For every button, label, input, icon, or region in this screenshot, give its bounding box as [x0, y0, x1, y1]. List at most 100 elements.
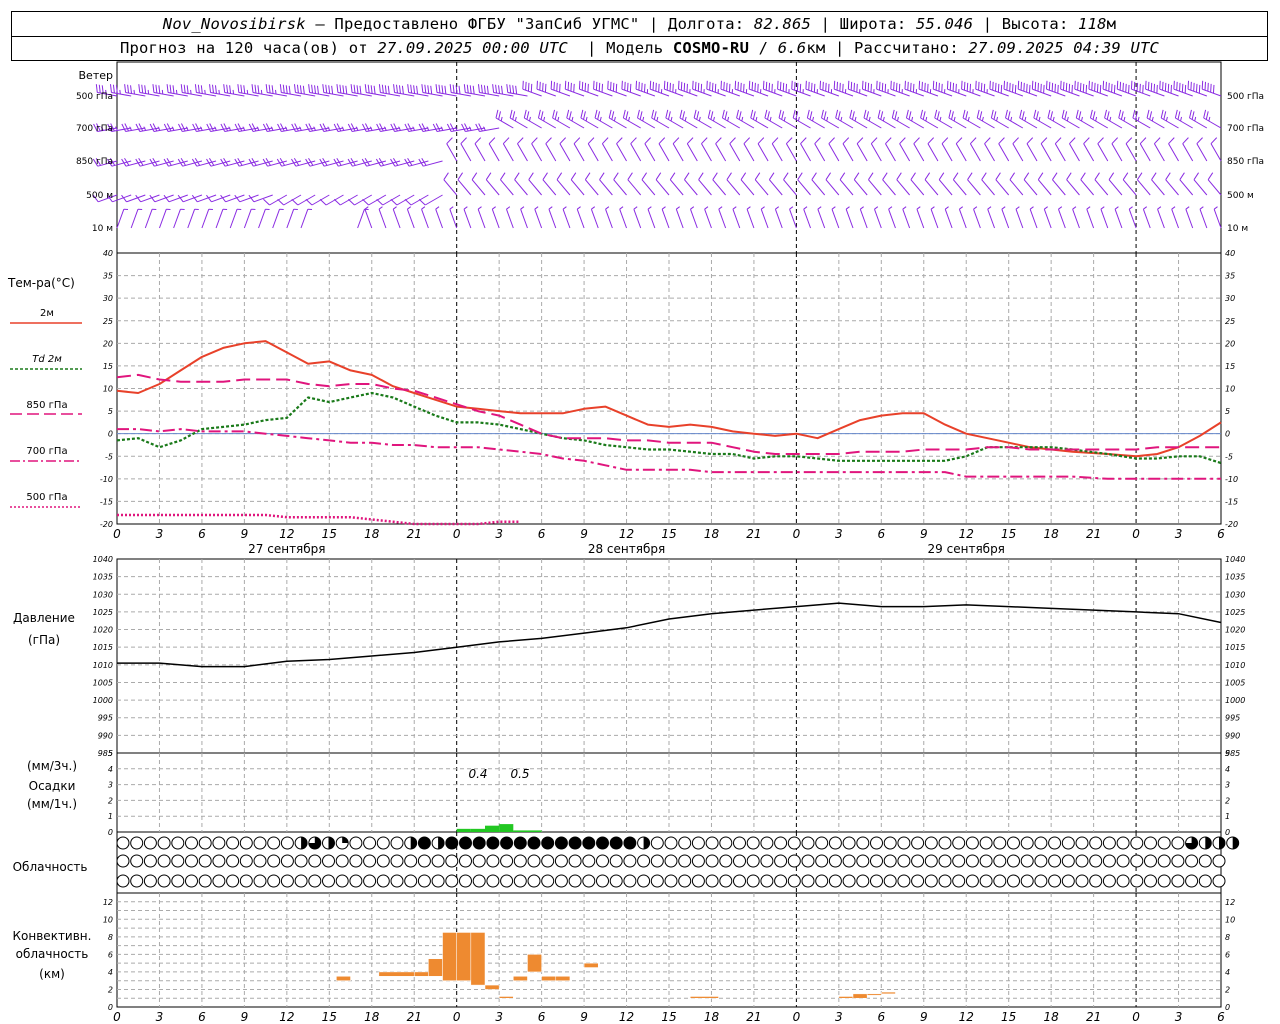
wind-barb — [958, 206, 967, 229]
cloud-cell — [500, 836, 514, 850]
cloud-cell — [774, 854, 788, 868]
wind-barb-feather — [976, 109, 980, 119]
wind-barb — [952, 172, 967, 196]
legend-t2m: 2м — [40, 308, 54, 319]
cloud-circle — [664, 854, 678, 868]
wind-barb-feather — [1066, 172, 1072, 180]
cloud-cell — [1048, 854, 1062, 868]
cloud-circle — [431, 874, 445, 888]
wind-barb — [601, 137, 613, 162]
wind-barb-feather — [1089, 109, 1093, 119]
precip-label-1: 0.4 — [468, 767, 487, 781]
cloud-circle — [746, 874, 760, 888]
cloud-cell — [705, 836, 719, 850]
wind-barb — [192, 123, 217, 132]
cloud-cell — [253, 854, 267, 868]
wind-barb-shaft — [644, 143, 656, 162]
wind-barb-feather — [502, 137, 510, 145]
wind-barb-feather — [514, 172, 520, 180]
cloud-circle — [1020, 854, 1034, 868]
conv-bar — [498, 996, 514, 999]
wind-barb-feather — [480, 84, 483, 94]
wind-barb — [559, 137, 571, 162]
conv-bar — [555, 976, 571, 981]
wind-barb-feather — [254, 84, 257, 94]
wind-barb-half — [1038, 116, 1041, 122]
wind-barb — [531, 137, 543, 162]
wind-barb-feather — [475, 123, 480, 132]
cloud-cell — [842, 854, 856, 868]
wind-barb-shaft — [605, 209, 613, 229]
wind-barb-feather — [594, 109, 598, 119]
wind-barb-half — [1058, 206, 1063, 210]
wind-barb — [1052, 172, 1066, 196]
wind-barb-shaft — [601, 143, 613, 162]
wind-barb-feather — [965, 111, 969, 120]
wind-barb-half — [548, 206, 553, 210]
wind-barb-feather — [438, 84, 441, 94]
cloud-cell — [1130, 836, 1144, 850]
wind-barb-shaft — [1001, 209, 1010, 229]
temp-ytick: 0 — [108, 430, 113, 439]
cloud-circle — [404, 854, 418, 868]
cloud-cell — [938, 854, 952, 868]
wind-barb-shaft — [130, 209, 139, 229]
wind-barb-feather — [979, 111, 983, 120]
cloud-circle — [979, 836, 993, 850]
x-tick: 6 — [1217, 527, 1225, 541]
wind-barb — [1189, 109, 1208, 129]
wind-barb-shaft — [888, 209, 896, 229]
wind-barb-feather — [144, 85, 147, 94]
wind-barb-shaft — [364, 209, 373, 229]
cloud-circle — [1144, 874, 1157, 888]
cloud-circle — [691, 854, 705, 868]
cloud-circle — [431, 854, 445, 868]
wind-barb — [649, 80, 670, 97]
wind-barb-half — [973, 206, 978, 210]
wind-barb — [1130, 80, 1151, 97]
wind-barb — [545, 137, 557, 162]
wind-barb-shaft — [698, 179, 712, 196]
wind-barb-feather — [387, 85, 390, 95]
wind-barb-half — [746, 206, 751, 210]
wind-barb — [1185, 206, 1194, 229]
cloud-cell — [691, 836, 705, 850]
cloud-circle — [1089, 836, 1103, 850]
cloud-cell — [664, 854, 678, 868]
cloud-cell — [554, 874, 568, 888]
wind-barb — [517, 137, 528, 162]
wind-barb — [534, 206, 543, 229]
cloud-fill-full — [569, 837, 582, 849]
wind-barb-shaft — [885, 143, 896, 162]
wind-barb-feather — [554, 111, 558, 120]
wind-barb-half — [727, 116, 730, 122]
date-label: 28 сентября — [588, 542, 665, 556]
wind-barb-feather — [500, 172, 506, 180]
wind-barb-feather — [348, 198, 355, 206]
cloud-cell — [1007, 836, 1020, 850]
wind-barb-feather — [373, 85, 376, 95]
wind-barb-shaft — [1146, 117, 1165, 129]
precip-frame — [116, 752, 1222, 833]
wind-barb — [962, 109, 981, 129]
wind-barb-feather — [783, 172, 789, 180]
wind-barb-half — [684, 116, 687, 122]
wind-barb-feather — [1064, 111, 1068, 120]
wind-barb-feather — [229, 85, 232, 94]
wind-barb-feather — [1097, 137, 1104, 145]
cloud-cell — [513, 836, 527, 850]
x-tick-bottom: 21 — [746, 1010, 761, 1024]
wind-barb — [258, 208, 270, 229]
wind-barb-feather — [712, 172, 718, 180]
cloud-cell — [678, 836, 692, 850]
cloud-cell — [760, 874, 774, 888]
wind-barb — [1174, 109, 1193, 129]
wind-barb-feather — [792, 109, 796, 119]
cloud-circle — [226, 836, 240, 850]
wind-barb-shaft — [661, 209, 670, 229]
cloud-circle — [979, 874, 993, 888]
wind-barb-feather — [424, 84, 427, 94]
wind-barb — [173, 208, 185, 229]
wind-barb-feather — [757, 137, 765, 145]
wind-barb-feather — [851, 111, 855, 120]
